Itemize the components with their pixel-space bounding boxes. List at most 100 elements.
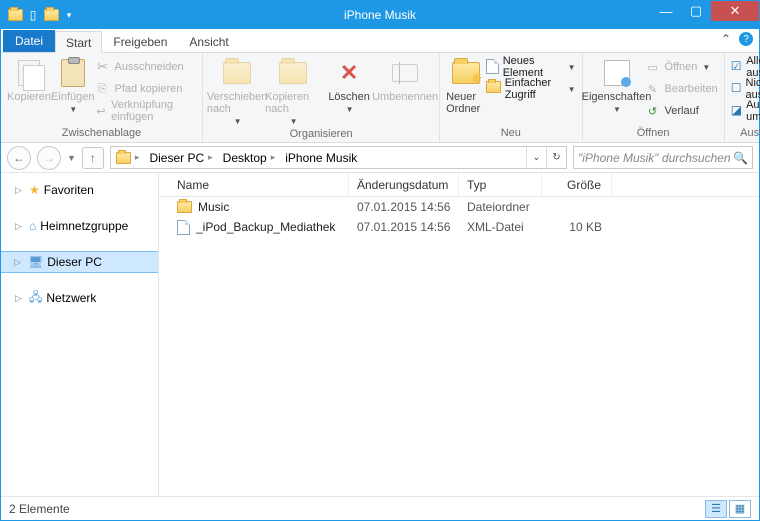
cut-button[interactable]: ✂Ausschneiden [94,57,196,77]
forward-button[interactable]: → [37,146,61,170]
tab-file[interactable]: Datei [3,30,55,52]
history-button[interactable]: ↺Verlauf [645,101,718,121]
col-size[interactable]: Größe [542,173,612,196]
breadcrumb-thispc[interactable]: Dieser PC▸ [144,147,217,168]
address-bar[interactable]: ▸ Dieser PC▸ Desktop▸ iPhone Musik ⌄ ↻ [110,146,567,169]
search-input[interactable]: "iPhone Musik" durchsuchen 🔍 [573,146,753,169]
collapse-ribbon-icon[interactable]: ⌃ [721,32,731,46]
open-icon: ▭ [645,59,661,75]
folder-icon [7,7,23,23]
breadcrumb-current[interactable]: iPhone Musik [280,147,362,168]
ribbon: Kopieren Einfügen ▼ ✂Ausschneiden ⎘Pfad … [1,53,759,143]
computer-icon: 🖥 [28,255,43,269]
ribbon-group-select: ☑Alles auswählen ☐Nichts auswählen ◪Ausw… [725,53,760,142]
back-button[interactable]: ← [7,146,31,170]
properties-button[interactable]: Eigenschaften▼ [589,55,645,114]
body: ▷★Favoriten ▷⌂Heimnetzgruppe ▷🖥Dieser PC… [1,173,759,496]
group-label: Organisieren [209,126,433,143]
chevron-down-icon: ▼ [613,105,621,114]
title-bar: ▯ ▾ iPhone Musik — ▢ ✕ [1,1,759,29]
table-row[interactable]: _iPod_Backup_Mediathek07.01.2015 14:56XM… [159,217,759,237]
folder-icon [116,152,131,164]
file-date: 07.01.2015 14:56 [349,200,459,214]
file-size: 10 KB [542,220,612,234]
minimize-button[interactable]: — [651,1,681,21]
status-text: 2 Elemente [9,502,70,516]
nav-thispc[interactable]: ▷🖥Dieser PC [1,251,158,273]
help-icon[interactable]: ? [739,32,753,46]
path-icon: ⎘ [94,81,110,97]
navigation-pane: ▷★Favoriten ▷⌂Heimnetzgruppe ▷🖥Dieser PC… [1,173,159,496]
window-title: iPhone Musik [1,8,759,22]
invert-selection-button[interactable]: ◪Auswahl umkehren [731,101,760,121]
chevron-down-icon: ▼ [568,85,576,94]
select-none-button[interactable]: ☐Nichts auswählen [731,79,760,99]
new-item-button[interactable]: Neues Element▼ [486,57,576,77]
copy-to-button[interactable]: Kopieren nach▼ [265,55,321,126]
easyaccess-icon [486,81,501,97]
close-button[interactable]: ✕ [711,1,759,21]
easy-access-button[interactable]: Einfacher Zugriff▼ [486,79,576,99]
paste-button[interactable]: Einfügen ▼ [51,55,94,114]
ribbon-help: ⌃ ? [721,32,753,46]
chevron-right-icon[interactable]: ▸ [135,152,140,163]
nav-favorites[interactable]: ▷★Favoriten [1,179,158,201]
paste-icon [57,57,89,89]
tab-share[interactable]: Freigeben [102,30,178,52]
open-button[interactable]: ▭Öffnen▼ [645,57,718,77]
rename-button[interactable]: Umbenennen [377,55,433,103]
selectall-icon: ☑ [731,59,742,75]
col-type[interactable]: Typ [459,173,542,196]
icons-view-button[interactable]: ▦ [729,500,751,518]
tab-start[interactable]: Start [55,31,102,53]
copy-button[interactable]: Kopieren [7,55,51,103]
breadcrumb-desktop[interactable]: Desktop▸ [218,147,281,168]
view-switcher: ☰ ▦ [705,500,751,518]
quick-access-toolbar: ▯ ▾ [1,7,77,23]
qat-dropdown-icon[interactable]: ▾ [61,7,77,23]
edit-icon: ✎ [645,81,661,97]
up-button[interactable]: ↑ [82,147,104,169]
tab-view[interactable]: Ansicht [178,30,239,52]
explorer-window: ▯ ▾ iPhone Musik — ▢ ✕ Datei Start Freig… [0,0,760,521]
expand-icon[interactable]: ▷ [15,221,25,232]
edit-button[interactable]: ✎Bearbeiten [645,79,718,99]
moveto-icon [221,57,253,89]
network-icon: 🖧 [29,288,42,309]
chevron-down-icon: ▼ [69,105,77,114]
chevron-right-icon[interactable]: ▸ [208,152,213,163]
recent-dropdown-icon[interactable]: ▼ [67,153,76,163]
copy-path-button[interactable]: ⎘Pfad kopieren [94,79,196,99]
new-folder-button[interactable]: ✵ Neuer Ordner [446,55,486,115]
maximize-button[interactable]: ▢ [681,1,711,21]
copy-label: Kopieren [7,91,51,103]
move-to-button[interactable]: Verschieben nach▼ [209,55,265,126]
address-dropdown-button[interactable]: ⌄ [526,147,546,168]
expand-icon[interactable]: ▷ [15,185,25,196]
paste-label: Einfügen [51,91,94,103]
breadcrumb-root[interactable]: ▸ [111,147,145,168]
file-type: XML-Datei [459,220,542,234]
col-name[interactable]: Name [159,173,349,196]
expand-icon[interactable]: ▷ [14,257,24,268]
chevron-down-icon: ▼ [346,105,354,114]
group-label: Neu [446,125,575,142]
chevron-down-icon: ▼ [234,117,242,126]
col-date[interactable]: Änderungsdatum [349,173,459,196]
newfolder-qat-icon[interactable] [43,7,59,23]
status-bar: 2 Elemente ☰ ▦ [1,496,759,520]
delete-button[interactable]: ✕ Löschen▼ [321,55,377,114]
expand-icon[interactable]: ▷ [15,293,25,304]
table-row[interactable]: Music07.01.2015 14:56Dateiordner [159,197,759,217]
nav-network[interactable]: ▷🖧Netzwerk [1,287,158,309]
rename-icon [389,57,421,89]
window-controls: — ▢ ✕ [651,9,759,21]
paste-shortcut-button[interactable]: ↩Verknüpfung einfügen [94,101,196,121]
nav-homegroup[interactable]: ▷⌂Heimnetzgruppe [1,215,158,237]
select-all-button[interactable]: ☑Alles auswählen [731,57,760,77]
chevron-right-icon[interactable]: ▸ [271,152,276,163]
folder-icon: ✵ [450,57,482,89]
details-view-button[interactable]: ☰ [705,500,727,518]
refresh-button[interactable]: ↻ [546,147,566,168]
properties-qat-icon[interactable]: ▯ [25,7,41,23]
